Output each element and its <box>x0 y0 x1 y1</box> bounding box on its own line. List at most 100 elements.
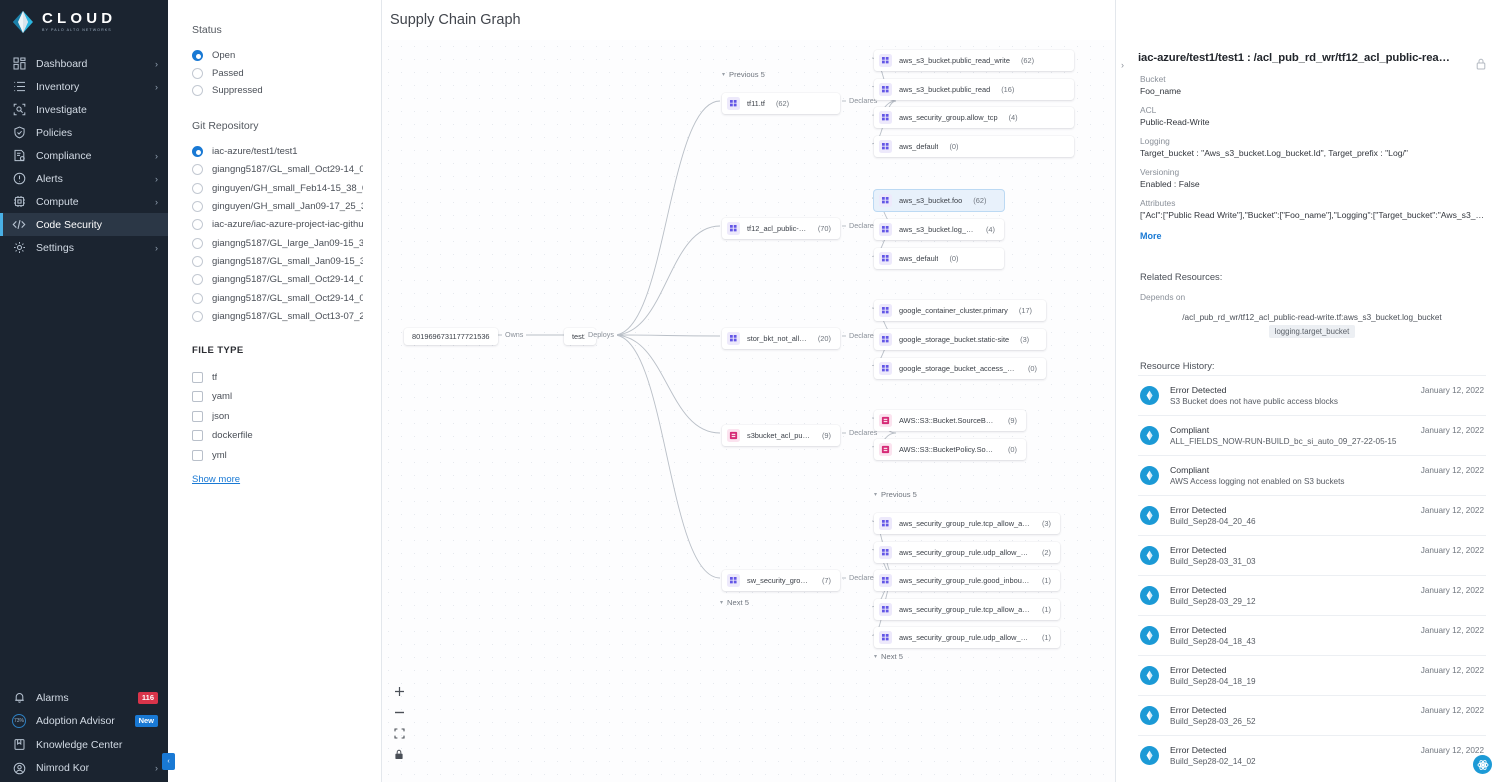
checkbox[interactable] <box>192 371 203 383</box>
graph-child-node[interactable]: aws_security_group_rule.tcp_allow_all_ou… <box>874 598 1060 620</box>
sidebar-item-compute[interactable]: Compute › <box>0 190 168 213</box>
zoom-out-button[interactable] <box>393 706 405 718</box>
sidebar-item-inventory[interactable]: Inventory › <box>0 75 168 98</box>
radio-button[interactable] <box>192 50 203 62</box>
fit-screen-button[interactable] <box>393 727 405 739</box>
history-row[interactable]: Compliant AWS Access logging not enabled … <box>1138 455 1486 495</box>
graph-child-node[interactable]: aws_s3_bucket.public_read_write (62) <box>874 50 1074 71</box>
file-type-option-yaml[interactable]: yaml <box>192 387 363 407</box>
sidebar-item-settings[interactable]: Settings › <box>0 236 168 259</box>
history-row[interactable]: Compliant ALL_FIELDS_NOW-RUN-BUILD_bc_si_… <box>1138 415 1486 455</box>
graph-child-node[interactable]: aws_s3_bucket.log_bucket (4) <box>874 219 1004 241</box>
radio-button[interactable] <box>192 219 203 231</box>
sidebar-collapse-button[interactable]: ‹ <box>162 753 175 770</box>
graph-canvas[interactable]: 8019696731177721536 Owns test1 Deploys tf11.… <box>382 40 1115 782</box>
graph-child-node[interactable]: aws_s3_bucket.foo (62) <box>874 190 1004 211</box>
checkbox[interactable] <box>192 430 203 442</box>
show-more-link[interactable]: Show more <box>192 474 363 485</box>
graph-child-node[interactable]: aws_s3_bucket.public_read (16) <box>874 78 1074 100</box>
radio-button[interactable] <box>192 67 203 79</box>
graph-parent-node[interactable]: sw_security_group_rule.tf (7) <box>722 570 840 591</box>
sidebar-item-alerts[interactable]: Alerts › <box>0 167 168 190</box>
file-type-option-tf[interactable]: tf <box>192 367 363 387</box>
detail-collapse-button[interactable]: › <box>1121 60 1124 70</box>
sidebar-item-alarms[interactable]: Alarms 116 <box>0 686 168 710</box>
radio-button[interactable] <box>192 164 203 176</box>
graph-child-node[interactable]: google_container_cluster.primary (17) <box>874 300 1046 321</box>
git-repository-option[interactable]: iac-azure/iac-azure-project-iac-github/i… <box>192 216 363 234</box>
graph-child-node[interactable]: aws_security_group_rule.tcp_allow_all_in… <box>874 513 1060 534</box>
pagination-previous-top[interactable]: ▾ Previous 5 <box>722 70 765 79</box>
status-option-passed[interactable]: Passed <box>192 65 363 83</box>
lock-icon[interactable] <box>1476 58 1486 73</box>
graph-child-node[interactable]: aws_security_group.allow_tcp (4) <box>874 107 1074 129</box>
git-repository-option[interactable]: giangng5187/GL_small_Oct29-14_09_43 <box>192 161 363 179</box>
history-row[interactable]: Error Detected Build_Sep28-04_18_43 Januar… <box>1138 615 1486 655</box>
git-repository-option[interactable]: ginguyen/GH_small_Jan09-17_25_31 <box>192 197 363 215</box>
main-sidebar: CLOUD BY PALO ALTO NETWORKS Dashboard › In… <box>0 0 175 782</box>
history-row[interactable]: Error Detected Build_Sep28-03_26_52 Januar… <box>1138 695 1486 735</box>
zoom-in-button[interactable] <box>393 685 405 697</box>
graph-child-node[interactable]: aws_security_group_rule.udp_allow_all_in… <box>874 541 1060 563</box>
radio-button[interactable] <box>192 85 203 97</box>
radio-button[interactable] <box>192 292 203 304</box>
graph-parent-node[interactable]: tf11.tf (62) <box>722 93 840 114</box>
graph-child-node[interactable]: AWS::S3::BucketPolicy.SourceBucketPolicy… <box>874 438 1026 460</box>
root-account-node[interactable]: 8019696731177721536 <box>404 328 498 345</box>
history-row[interactable]: Error Detected Build_Sep28-03_29_12 Januar… <box>1138 575 1486 615</box>
git-repository-option[interactable]: ginguyen/GH_small_Feb14-15_38_01 <box>192 179 363 197</box>
status-option-open[interactable]: Open <box>192 47 363 65</box>
radio-button[interactable] <box>192 274 203 286</box>
graph-child-node[interactable]: AWS::S3::Bucket.SourceBucket (9) <box>874 410 1026 431</box>
graph-child-node[interactable]: aws_default (0) <box>874 135 1074 157</box>
graph-child-node[interactable]: aws_security_group_rule.good_inbound_rul… <box>874 570 1060 592</box>
graph-parent-node[interactable]: stor_bkt_not_allShared.tf (20) <box>722 328 840 349</box>
sidebar-item-knowledge-center[interactable]: Knowledge Center <box>0 733 168 757</box>
history-row[interactable]: Error Detected Build_Sep28-02_14_02 Januar… <box>1138 735 1486 775</box>
git-repository-option[interactable]: iac-azure/test1/test1 <box>192 143 363 161</box>
git-repository-option[interactable]: giangng5187/GL_large_Jan09-15_37_49 <box>192 234 363 252</box>
graph-child-node[interactable]: google_storage_bucket_access_control.pub… <box>874 357 1046 379</box>
file-type-option-dockerfile[interactable]: dockerfile <box>192 426 363 446</box>
radio-button[interactable] <box>192 201 203 213</box>
sidebar-item-adoption-advisor[interactable]: 73% Adoption Advisor New <box>0 710 168 734</box>
radio-button[interactable] <box>192 255 203 267</box>
checkbox[interactable] <box>192 391 203 403</box>
git-repository-option[interactable]: giangng5187/GL_small_Oct13-07_24_49 <box>192 307 363 325</box>
assistant-icon[interactable] <box>1473 755 1492 774</box>
radio-button[interactable] <box>192 237 203 249</box>
history-row[interactable]: Error Detected Build_Sep28-03_31_03 Januar… <box>1138 535 1486 575</box>
graph-child-node[interactable]: aws_default (0) <box>874 248 1004 270</box>
checkbox[interactable] <box>192 449 203 461</box>
graph-parent-node[interactable]: tf12_acl_public-read-wr... (70) <box>722 218 840 239</box>
graph-child-node[interactable]: google_storage_bucket.static-site (3) <box>874 328 1046 350</box>
pagination-previous-bottom[interactable]: ▾ Previous 5 <box>874 490 917 499</box>
radio-button[interactable] <box>192 146 203 158</box>
history-row[interactable]: Error Detected S3 Bucket does not have pu… <box>1138 375 1486 415</box>
depends-on-path[interactable]: /acl_pub_rd_wr/tf12_acl_public-read-writ… <box>1138 313 1486 322</box>
file-type-option-yml[interactable]: yml <box>192 445 363 465</box>
status-option-suppressed[interactable]: Suppressed <box>192 82 363 100</box>
history-row[interactable]: Error Detected Build_Sep28-04_18_19 Januar… <box>1138 655 1486 695</box>
sidebar-item-dashboard[interactable]: Dashboard › <box>0 52 168 75</box>
history-row[interactable]: Error Detected Build_Sep28-04_20_46 Januar… <box>1138 495 1486 535</box>
sidebar-item-compliance[interactable]: Compliance › <box>0 144 168 167</box>
sidebar-item-nimrod-kor[interactable]: Nimrod Kor › <box>0 757 168 781</box>
pagination-next-parent[interactable]: ▾ Next 5 <box>720 598 749 607</box>
more-link[interactable]: More <box>1140 231 1486 241</box>
graph-parent-node[interactable]: s3bucket_acl_publicreadw... (9) <box>722 425 840 446</box>
checkbox[interactable] <box>192 410 203 422</box>
pagination-next-bottom[interactable]: ▾ Next 5 <box>874 652 903 661</box>
sidebar-item-investigate[interactable]: Investigate <box>0 98 168 121</box>
lock-button[interactable] <box>393 748 405 760</box>
sidebar-item-code-security[interactable]: Code Security <box>0 213 168 236</box>
radio-button[interactable] <box>192 310 203 322</box>
file-type-option-json[interactable]: json <box>192 406 363 426</box>
git-repository-option[interactable]: giangng5187/GL_small_Oct29-14_09_39 <box>192 289 363 307</box>
brand-logo[interactable]: CLOUD BY PALO ALTO NETWORKS <box>0 0 168 44</box>
sidebar-item-policies[interactable]: Policies <box>0 121 168 144</box>
git-repository-option[interactable]: giangng5187/GL_small_Oct29-14_09_32 <box>192 271 363 289</box>
radio-button[interactable] <box>192 182 203 194</box>
git-repository-option[interactable]: giangng5187/GL_small_Jan09-15_37_43 <box>192 252 363 270</box>
graph-child-node[interactable]: aws_security_group_rule.udp_allow_all_ou… <box>874 627 1060 649</box>
